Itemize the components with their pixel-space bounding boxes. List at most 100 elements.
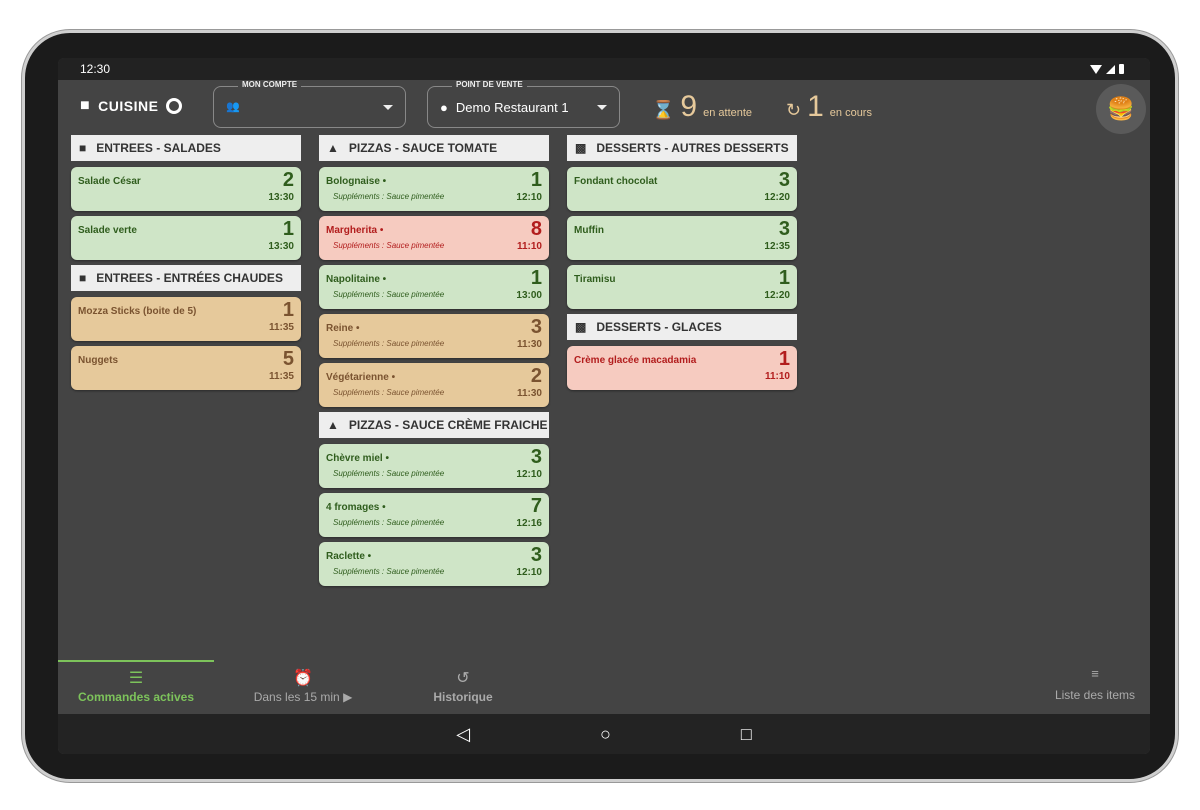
category-column: ▩ DESSERTS - AUTRES DESSERTS Fondant choco… [567,135,797,395]
chevron-down-icon [597,105,607,110]
recents-icon[interactable]: □ [741,724,752,745]
tab-label: Commandes actives [77,690,195,704]
item-quantity: 1 [282,299,294,321]
category-column: ■ ENTREES - SALADES Salade César 2 13:30 Sala… [71,135,301,395]
item-name: Salade verte [78,225,137,236]
item-supplements: Suppléments : Sauce pimentée [333,339,445,348]
list-icon: ☰ [128,670,144,687]
tab-next-15-min[interactable]: ⏰ Dans les 15 min ▶ [228,660,378,714]
order-card[interactable]: Bolognaise • Suppléments : Sauce pimentée… [319,167,549,211]
android-nav-bar: ◁ ○ □ [58,714,1150,754]
cloche-icon: ▲ [327,418,339,432]
order-card[interactable]: Muffin 3 12:35 [567,216,797,260]
battery-icon [1119,64,1124,74]
order-card[interactable]: Fondant chocolat 3 12:20 [567,167,797,211]
category-header: ■ ENTREES - ENTRÉES CHAUDES [71,265,301,291]
item-name: Fondant chocolat [574,176,658,187]
item-name: Bolognaise • [326,176,387,187]
lifebuoy-icon[interactable] [166,98,183,114]
pos-label: POINT DE VENTE [452,80,527,89]
cake-icon: ▩ [575,320,587,334]
item-time: 12:10 [516,567,542,578]
home-icon[interactable]: ○ [600,724,611,745]
category-header: ▩ DESSERTS - GLACES [567,314,797,340]
order-card[interactable]: Raclette • Suppléments : Sauce pimentée 3 1… [319,542,549,586]
item-name: Crème glacée macadamia [574,355,697,366]
item-time: 13:30 [268,192,294,203]
order-card[interactable]: Crème glacée macadamia 1 11:10 [567,346,797,390]
item-supplements: Suppléments : Sauce pimentée [333,469,445,478]
item-time: 13:30 [268,241,294,252]
item-supplements: Suppléments : Sauce pimentée [333,518,445,527]
top-bar: ■ CUISINE MON COMPTE 👥 POINT DE VENTE ● D… [58,80,1150,134]
tab-history[interactable]: ↺ Historique [408,660,518,714]
pos-select[interactable]: POINT DE VENTE ● Demo Restaurant 1 [427,80,620,128]
item-time: 13:00 [516,290,542,301]
item-supplements: Suppléments : Sauce pimentée [333,388,445,397]
item-quantity: 3 [530,316,542,338]
order-card[interactable]: Tiramisu 1 12:20 [567,265,797,309]
account-select[interactable]: MON COMPTE 👥 [213,80,406,128]
tab-label: Historique [433,690,493,704]
order-card[interactable]: Napolitaine • Suppléments : Sauce pimenté… [319,265,549,309]
waiting-count: 9 [680,90,698,123]
order-card[interactable]: Mozza Sticks (boite de 5) 1 11:35 [71,297,301,341]
order-card[interactable]: Végétarienne • Suppléments : Sauce piment… [319,363,549,407]
users-icon: 👥 [226,101,240,113]
order-card[interactable]: Chèvre miel • Suppléments : Sauce pimenté… [319,444,549,488]
item-time: 11:35 [268,322,294,333]
back-icon[interactable]: ◁ [456,724,470,745]
avatar[interactable]: 🍔 [1096,84,1146,134]
chef-hat-icon: ■ [79,271,87,285]
order-card[interactable]: Nuggets 5 11:35 [71,346,301,390]
item-quantity: 3 [530,544,542,566]
page-title: CUISINE [98,98,159,114]
item-time: 12:20 [764,290,790,301]
cloche-icon: ▲ [327,141,339,155]
category-title: ENTREES - ENTRÉES CHAUDES [96,271,283,285]
item-supplements: Suppléments : Sauce pimentée [333,192,445,201]
play-icon: ▶ [343,690,353,704]
item-time: 12:35 [764,241,790,252]
order-card[interactable]: Salade verte 1 13:30 [71,216,301,260]
item-quantity: 2 [282,169,294,191]
item-time: 12:10 [516,192,542,203]
tab-active-orders[interactable]: ☰ Commandes actives [58,660,214,714]
category-title: DESSERTS - AUTRES DESSERTS [596,141,789,155]
item-name: Chèvre miel • [326,453,389,464]
chef-hat-icon: ■ [80,97,91,114]
order-card[interactable]: Reine • Suppléments : Sauce pimentée 3 11:3… [319,314,549,358]
refresh-icon: ↻ [786,100,802,120]
signal-icon [1106,64,1115,74]
pos-value: Demo Restaurant 1 [455,100,569,115]
account-label: MON COMPTE [238,80,302,89]
waiting-counter: ⌛ 9 en attente [652,90,752,124]
item-time: 11:30 [516,339,542,350]
item-quantity: 5 [282,348,294,370]
item-name: Napolitaine • [326,274,387,285]
order-card[interactable]: 4 fromages • Suppléments : Sauce pimentée… [319,493,549,537]
item-name: Tiramisu [574,274,616,285]
order-card[interactable]: Margherita • Suppléments : Sauce pimentée… [319,216,549,260]
item-time: 12:20 [764,192,790,203]
item-quantity: 1 [778,267,790,289]
menu-list-icon: ≡ [1091,666,1099,681]
category-title: PIZZAS - SAUCE TOMATE [348,141,498,155]
cake-icon: ▩ [575,141,587,155]
item-quantity: 3 [530,446,542,468]
order-card[interactable]: Salade César 2 13:30 [71,167,301,211]
waiting-label: en attente [703,107,753,119]
item-quantity: 8 [530,218,542,240]
item-quantity: 7 [530,495,542,517]
item-name: Mozza Sticks (boite de 5) [78,306,197,317]
alarm-clock-icon: ⏰ [293,670,313,687]
items-list-button[interactable]: ≡ Liste des items [1040,660,1150,714]
item-name: Végétarienne • [326,372,396,383]
item-supplements: Suppléments : Sauce pimentée [333,567,445,576]
category-title: PIZZAS - SAUCE CRÈME FRAICHE [348,418,548,432]
chef-hat-icon: ■ [79,141,87,155]
status-bar: 12:30 [58,58,1150,80]
item-quantity: 3 [778,169,790,191]
category-header: ▲ PIZZAS - SAUCE CRÈME FRAICHE [319,412,549,438]
item-quantity: 1 [282,218,294,240]
